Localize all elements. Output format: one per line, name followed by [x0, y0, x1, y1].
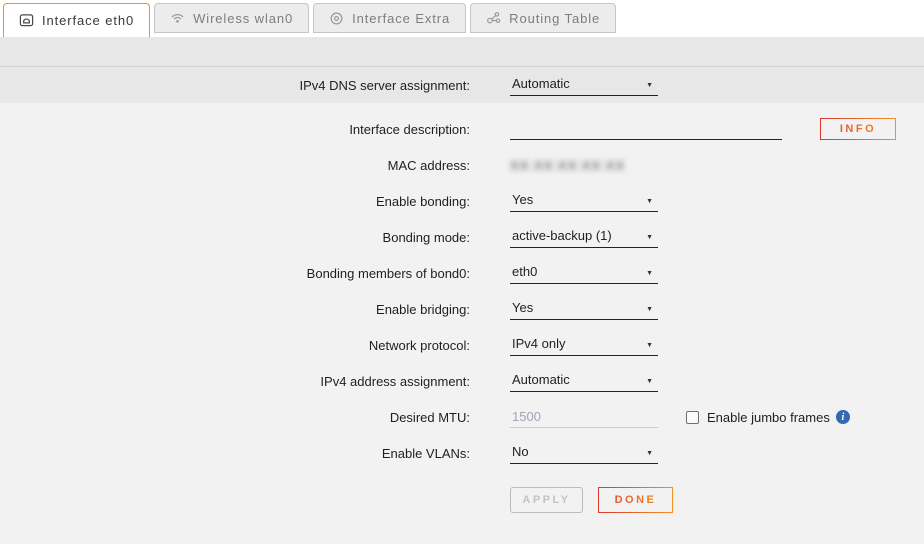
tab-bar: Interface eth0 Wireless wlan0 Interface …	[0, 0, 924, 37]
network-protocol-row: Network protocol: IPv4 only ▼	[0, 327, 924, 363]
ethernet-port-icon	[19, 13, 34, 28]
enable-bonding-label: Enable bonding:	[0, 194, 470, 209]
chevron-down-icon: ▼	[646, 81, 653, 91]
bonding-mode-row: Bonding mode: active-backup (1) ▼	[0, 219, 924, 255]
chevron-down-icon: ▼	[646, 197, 653, 207]
desired-mtu-input[interactable]	[510, 406, 658, 428]
enable-bridging-select[interactable]: Yes ▼	[510, 298, 658, 320]
chevron-down-icon: ▼	[646, 449, 653, 459]
done-button[interactable]: DONE	[598, 487, 673, 513]
jumbo-frames-checkbox[interactable]	[686, 411, 699, 424]
toolbar-strip	[0, 37, 924, 67]
dns-assignment-select[interactable]: Automatic ▼	[510, 74, 658, 96]
desired-mtu-row: Desired MTU: Enable jumbo frames i	[0, 399, 924, 435]
select-value: Automatic	[512, 372, 570, 387]
dns-section: IPv4 DNS server assignment: Automatic ▼	[0, 37, 924, 103]
bonding-members-label: Bonding members of bond0:	[0, 266, 470, 281]
select-value: No	[512, 444, 529, 459]
select-value: eth0	[512, 264, 537, 279]
desired-mtu-label: Desired MTU:	[0, 410, 470, 425]
tab-label: Wireless wlan0	[193, 11, 293, 26]
ipv4-assignment-row: IPv4 address assignment: Automatic ▼	[0, 363, 924, 399]
enable-bridging-label: Enable bridging:	[0, 302, 470, 317]
enable-vlans-select[interactable]: No ▼	[510, 442, 658, 464]
chevron-down-icon: ▼	[646, 305, 653, 315]
interface-description-input[interactable]	[510, 118, 782, 140]
interface-description-label: Interface description:	[0, 122, 470, 137]
enable-vlans-label: Enable VLANs:	[0, 446, 470, 461]
bonding-members-select[interactable]: eth0 ▼	[510, 262, 658, 284]
tab-label: Interface eth0	[42, 13, 134, 28]
jumbo-frames-group: Enable jumbo frames i	[686, 410, 850, 425]
select-value: IPv4 only	[512, 336, 565, 351]
enable-bonding-select[interactable]: Yes ▼	[510, 190, 658, 212]
form-actions: APPLY DONE	[510, 487, 924, 513]
tab-wireless-wlan0[interactable]: Wireless wlan0	[154, 3, 309, 33]
bonding-mode-label: Bonding mode:	[0, 230, 470, 245]
chevron-down-icon: ▼	[646, 341, 653, 351]
dns-assignment-row: IPv4 DNS server assignment: Automatic ▼	[0, 67, 924, 103]
ipv4-assignment-select[interactable]: Automatic ▼	[510, 370, 658, 392]
select-value: active-backup (1)	[512, 228, 612, 243]
chevron-down-icon: ▼	[646, 377, 653, 387]
select-value: Yes	[512, 300, 533, 315]
wifi-icon	[170, 11, 185, 26]
tab-interface-extra[interactable]: Interface Extra	[313, 3, 466, 33]
target-icon	[329, 11, 344, 26]
jumbo-frames-label: Enable jumbo frames	[707, 410, 830, 425]
enable-bonding-row: Enable bonding: Yes ▼	[0, 183, 924, 219]
tab-label: Interface Extra	[352, 11, 450, 26]
interface-settings-form: Interface description: INFO MAC address:…	[0, 103, 924, 513]
tab-interface-eth0[interactable]: Interface eth0	[3, 3, 150, 37]
network-protocol-select[interactable]: IPv4 only ▼	[510, 334, 658, 356]
ipv4-assignment-label: IPv4 address assignment:	[0, 374, 470, 389]
enable-bridging-row: Enable bridging: Yes ▼	[0, 291, 924, 327]
apply-button[interactable]: APPLY	[510, 487, 583, 513]
share-nodes-icon	[486, 11, 501, 26]
mac-address-label: MAC address:	[0, 158, 470, 173]
bonding-members-row: Bonding members of bond0: eth0 ▼	[0, 255, 924, 291]
tab-label: Routing Table	[509, 11, 600, 26]
chevron-down-icon: ▼	[646, 269, 653, 279]
chevron-down-icon: ▼	[646, 233, 653, 243]
network-protocol-label: Network protocol:	[0, 338, 470, 353]
info-button[interactable]: INFO	[820, 118, 896, 140]
enable-vlans-row: Enable VLANs: No ▼	[0, 435, 924, 471]
dns-assignment-label: IPv4 DNS server assignment:	[0, 78, 470, 93]
mac-address-row: MAC address: XX:XX:XX:XX:XX	[0, 147, 924, 183]
select-value: Automatic	[512, 76, 570, 91]
select-value: Yes	[512, 192, 533, 207]
tab-routing-table[interactable]: Routing Table	[470, 3, 616, 33]
interface-description-row: Interface description: INFO	[0, 111, 924, 147]
info-icon[interactable]: i	[836, 410, 850, 424]
bonding-mode-select[interactable]: active-backup (1) ▼	[510, 226, 658, 248]
mac-address-value: XX:XX:XX:XX:XX	[510, 158, 625, 173]
